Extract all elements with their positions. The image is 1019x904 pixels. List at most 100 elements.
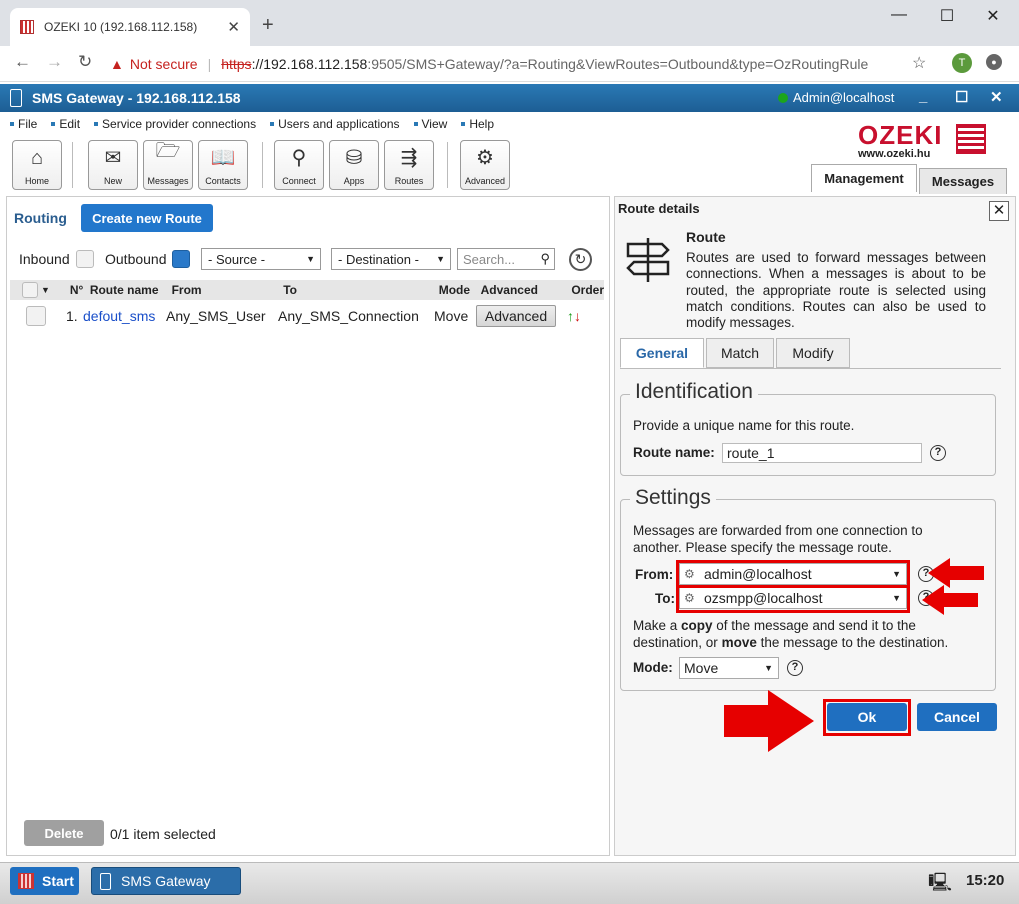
destination-select-value: - Destination - [338,251,419,267]
mode-select[interactable]: Move ▼ [679,657,779,679]
toolbar-messages-button[interactable]: 🗁 Messages [143,140,193,190]
create-route-button[interactable]: Create new Route [81,204,213,232]
antenna-icon: ⚲ [291,147,307,169]
tab-management[interactable]: Management [811,164,917,192]
toolbar-home-button[interactable]: ⌂ Home [12,140,62,190]
phone-icon [10,89,22,107]
menu-users-and-applications[interactable]: Users and applications [270,117,399,131]
mode-select-value: Move [684,660,719,676]
route-name-label: Route name: [633,445,715,460]
back-arrow-icon[interactable]: ← [14,52,31,72]
move-up-arrow-icon[interactable]: ↑ [567,308,574,324]
search-input[interactable]: Search... ⚲ [457,248,555,270]
routing-label: Routing [14,210,67,226]
mode-hint-move: move [721,634,757,650]
mode-hint-copy: copy [681,618,713,633]
toolbar-connect-button[interactable]: ⚲ Connect [274,140,324,190]
menu-service-provider-connections[interactable]: Service provider connections [94,117,256,131]
outbound-checkbox[interactable] [172,250,190,268]
url-bar[interactable]: ▲ Not secure | https://192.168.112.158:9… [110,51,940,77]
select-all-checkbox[interactable] [22,282,38,298]
toolbar-routes-button[interactable]: ⇶ Routes [384,140,434,190]
browser-tab[interactable]: OZEKI 10 (192.168.112.158) ✕ [10,8,250,46]
chevron-down-icon: ▼ [436,254,445,264]
inbound-checkbox[interactable] [76,250,94,268]
toolbar-label: New [103,176,122,186]
tab-close-icon[interactable]: ✕ [227,18,240,36]
app-close-icon[interactable]: ✕ [990,88,1003,106]
menu-edit[interactable]: Edit [51,117,80,131]
window-maximize-button[interactable]: ☐ [924,6,970,26]
tab-match[interactable]: Match [706,338,774,368]
cancel-button[interactable]: Cancel [917,703,997,731]
route-heading: Route [686,229,726,245]
help-icon[interactable]: ? [787,660,803,676]
extension-icon[interactable]: ● [986,54,1002,70]
search-icon: ⚲ [540,251,550,266]
toolbar-contacts-button[interactable]: 📖 Contacts [198,140,248,190]
online-status-icon [778,92,788,103]
mode-hint-part: the message to the destination. [756,634,949,650]
identification-hint: Provide a unique name for this route. [633,418,855,433]
mode-hint-part: Make a [633,618,682,633]
profile-avatar[interactable]: T [952,53,972,73]
new-tab-button[interactable]: + [262,14,274,37]
ozeki-logo: OZEKI www.ozeki.hu [858,120,988,160]
refresh-icon[interactable]: ↻ [569,248,592,271]
app-maximize-icon[interactable]: ☐ [955,88,968,106]
forward-arrow-icon[interactable]: → [46,52,63,72]
menu-file[interactable]: File [10,117,37,131]
menu-help[interactable]: Help [461,117,494,131]
settings-legend: Settings [630,486,716,510]
move-down-arrow-icon[interactable]: ↓ [574,308,581,324]
toolbar-divider [262,142,263,188]
col-mode: Mode [438,283,471,297]
ok-highlight-box [823,699,911,736]
warning-triangle-icon: ▲ [110,56,124,72]
menu-view[interactable]: View [414,117,448,131]
toolbar-apps-button[interactable]: ⛁ Apps [329,140,379,190]
order-arrows[interactable]: ↑↓ [567,308,581,324]
row-checkbox[interactable] [26,306,46,326]
reload-icon[interactable]: ↻ [78,52,92,72]
help-icon[interactable]: ? [930,445,946,461]
table-row[interactable]: 1. defout_sms Any_SMS_User Any_SMS_Conne… [10,302,604,330]
window-minimize-button[interactable]: — [876,6,922,24]
tab-general[interactable]: General [620,338,704,368]
route-name-input[interactable]: route_1 [722,443,922,463]
window-close-button[interactable]: ✕ [970,6,1016,26]
toolbar-label: Messages [147,176,189,186]
url-scheme-sep: :// [251,56,264,72]
database-icon: ⛁ [345,147,363,169]
logo-grid-icon [956,124,986,154]
monitor-icon[interactable]: 🖳 [928,870,952,900]
search-placeholder: Search... [463,251,516,267]
app-minimize-icon[interactable]: _ [919,88,927,105]
advanced-button[interactable]: Advanced [476,305,556,327]
toolbar-label: Contacts [205,176,241,186]
new-message-icon: ✉ [104,147,122,169]
route-mode: Move [434,308,469,324]
toolbar-new-button[interactable]: ✉ New [88,140,138,190]
user-status[interactable]: Admin@localhost [778,90,894,105]
close-icon[interactable]: ✕ [989,201,1009,221]
tab-messages[interactable]: Messages [919,168,1007,194]
toolbar-label: Home [24,176,49,186]
tab-modify[interactable]: Modify [776,338,850,368]
identification-fieldset [620,394,996,476]
routes-table-header: ▼ N° Route name From To Mode Advanced Or… [10,280,604,300]
toolbar-label: Connect [282,176,316,186]
toolbar-advanced-button[interactable]: ⚙ Advanced [460,140,510,190]
delete-button[interactable]: Delete [24,820,104,846]
contacts-book-icon: 📖 [210,147,236,169]
start-button[interactable]: Start [10,867,79,895]
toolbar-label: Routes [394,176,424,186]
select-menu-chevron-icon[interactable]: ▼ [41,285,50,295]
route-name-link[interactable]: defout_sms [83,308,166,324]
app-title: SMS Gateway - 192.168.112.158 [32,90,241,106]
source-select[interactable]: - Source - ▼ [201,248,321,270]
destination-select[interactable]: - Destination - ▼ [331,248,451,270]
from-highlight-box [676,560,910,588]
taskbar-app-sms-gateway[interactable]: SMS Gateway [91,867,241,895]
bookmark-star-icon[interactable]: ☆ [912,53,926,73]
